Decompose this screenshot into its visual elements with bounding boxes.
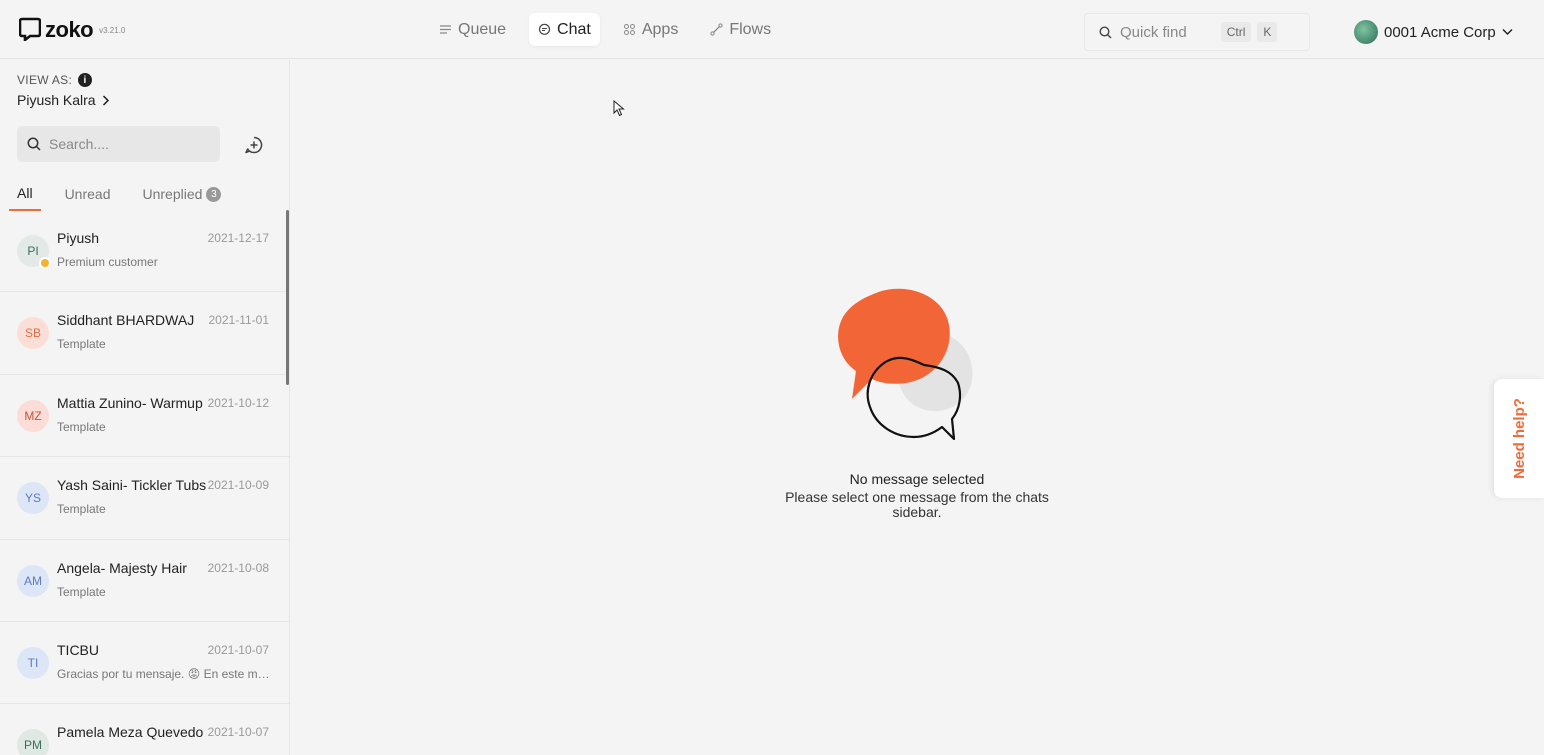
chat-contact-name: Piyush xyxy=(57,230,100,246)
chat-preview: Template xyxy=(57,337,106,352)
tab-unreplied-label: Unreplied xyxy=(142,186,203,202)
need-help-label: Need help? xyxy=(1510,398,1528,479)
top-bar: zoko v3.21.0 Queue Chat Apps Flows Quick… xyxy=(0,3,1544,59)
chat-icon xyxy=(538,23,551,35)
logo-text: zoko xyxy=(45,17,94,42)
avatar-initials: PM xyxy=(24,738,42,753)
chat-list-item[interactable]: AM Angela- Majesty Hair 2021-10-08 Templ… xyxy=(0,540,289,622)
tab-queue-label: Queue xyxy=(458,20,507,38)
avatar: SB xyxy=(17,317,49,350)
tab-flows-label: Flows xyxy=(729,20,772,38)
quick-find-button[interactable]: Quick find Ctrl K xyxy=(1084,13,1310,51)
tab-chat-label: Chat xyxy=(557,20,591,38)
empty-state-subtitle: Please select one message from the chats… xyxy=(785,489,1049,520)
chat-contact-name: TICBU xyxy=(57,641,99,658)
search-icon xyxy=(1099,25,1112,38)
tab-chat[interactable]: Chat xyxy=(529,13,600,46)
premium-badge-icon xyxy=(39,257,51,269)
chevron-down-icon xyxy=(1502,28,1513,36)
viewer-name: Piyush Kalra xyxy=(17,92,96,108)
chat-contact-name: Angela- Majesty Hair xyxy=(57,559,187,576)
apps-grid-icon xyxy=(623,24,635,35)
chat-sidebar: VIEW AS: i Piyush Kalra All Unread Unrep… xyxy=(0,60,290,755)
chat-bubbles-illustration-icon xyxy=(838,288,973,441)
org-name: 0001 Acme Corp xyxy=(1384,23,1496,41)
view-as-label-row: VIEW AS: i xyxy=(17,73,93,87)
avatar: MZ xyxy=(17,399,49,432)
chat-list-item[interactable]: PI Piyush 2021-12-17 Premium customer xyxy=(0,210,289,293)
tab-apps-label: Apps xyxy=(641,20,679,38)
chat-date: 2021-10-07 xyxy=(207,725,269,740)
tab-apps[interactable]: Apps xyxy=(614,13,687,46)
queue-icon xyxy=(440,25,451,34)
chat-date: 2021-10-09 xyxy=(207,478,269,493)
tab-unread[interactable]: Unread xyxy=(65,176,111,211)
info-icon[interactable]: i xyxy=(78,73,93,87)
tab-unread-label: Unread xyxy=(64,186,111,202)
chat-list-item[interactable]: TI TICBU 2021-10-07 Gracias por tu mensa… xyxy=(0,622,289,705)
empty-state-title: No message selected xyxy=(849,471,985,487)
chat-contact-name: Siddhant BHARDWAJ xyxy=(57,312,195,329)
app-version: v3.21.0 xyxy=(99,26,126,35)
avatar: YS xyxy=(17,482,49,515)
chat-contact-name: Pamela Meza Quevedo xyxy=(57,724,204,741)
chat-preview: Premium customer xyxy=(57,255,158,269)
chat-contact-name: Yash Saini- Tickler Tubs xyxy=(57,477,207,494)
chat-preview: Gracias por tu mensaje. 😡 En este moment… xyxy=(57,666,271,681)
avatar: AM xyxy=(17,564,49,597)
viewer-selector[interactable]: Piyush Kalra xyxy=(17,92,110,108)
chevron-right-icon xyxy=(102,94,109,106)
new-chat-icon[interactable] xyxy=(244,135,264,155)
need-help-button[interactable]: Need help? xyxy=(1494,379,1544,498)
avatar: PI xyxy=(17,235,51,269)
chat-date: 2021-10-12 xyxy=(207,395,269,410)
avatar-initials: YS xyxy=(24,491,41,506)
tab-all-label: All xyxy=(17,185,33,201)
chat-list-item[interactable]: MZ Mattia Zunino- Warmup 2021-10-12 Temp… xyxy=(0,375,289,458)
quick-find-label: Quick find xyxy=(1120,23,1187,41)
org-avatar xyxy=(1354,20,1378,44)
chat-filter-tabs: All Unread Unreplied 3 xyxy=(9,176,253,211)
avatar: TI xyxy=(17,646,49,679)
search-input[interactable] xyxy=(49,136,209,152)
zoko-logo[interactable]: zoko v3.21.0 xyxy=(19,17,125,41)
chat-list-item[interactable]: SB Siddhant BHARDWAJ 2021-11-01 Template xyxy=(0,292,289,375)
chat-date: 2021-12-17 xyxy=(207,231,269,245)
avatar-initials: PI xyxy=(27,244,39,258)
shortcut-key-k: K xyxy=(1257,22,1278,42)
chat-date: 2021-10-07 xyxy=(207,642,269,657)
search-icon xyxy=(27,137,41,151)
chat-preview: Template xyxy=(57,584,106,599)
chat-bubble-logo-icon xyxy=(19,17,41,41)
mouse-cursor-icon xyxy=(613,100,625,117)
chat-preview: Template xyxy=(57,419,106,434)
avatar-initials: TI xyxy=(27,655,39,670)
avatar-initials: AM xyxy=(24,573,42,588)
tab-queue[interactable]: Queue xyxy=(430,13,515,46)
view-as-label: VIEW AS: xyxy=(17,73,73,87)
chat-date: 2021-11-01 xyxy=(208,313,270,328)
tab-flows[interactable]: Flows xyxy=(701,13,780,46)
avatar-initials: SB xyxy=(24,326,41,341)
main-nav: Queue Chat Apps Flows xyxy=(430,13,780,46)
chat-list-scrollbar[interactable] xyxy=(286,210,289,385)
chat-list-item[interactable]: PM Pamela Meza Quevedo 2021-10-07 xyxy=(0,704,289,755)
tab-all[interactable]: All xyxy=(9,176,41,211)
avatar: PM xyxy=(17,729,49,755)
chat-list-item[interactable]: YS Yash Saini- Tickler Tubs 2021-10-09 T… xyxy=(0,457,289,540)
tab-unreplied[interactable]: Unreplied 3 xyxy=(142,176,222,211)
chat-contact-name: Mattia Zunino- Warmup xyxy=(57,394,203,411)
chat-date: 2021-10-08 xyxy=(207,560,269,575)
chat-preview: Template xyxy=(57,502,106,517)
shortcut-key-ctrl: Ctrl xyxy=(1220,22,1252,42)
flows-icon xyxy=(710,23,723,36)
chat-list: PI Piyush 2021-12-17 Premium customer SB… xyxy=(0,210,289,755)
avatar-initials: MZ xyxy=(24,408,42,423)
chat-search xyxy=(17,126,220,162)
org-switcher[interactable]: 0001 Acme Corp xyxy=(1354,20,1513,44)
unreplied-count-badge: 3 xyxy=(206,186,222,202)
